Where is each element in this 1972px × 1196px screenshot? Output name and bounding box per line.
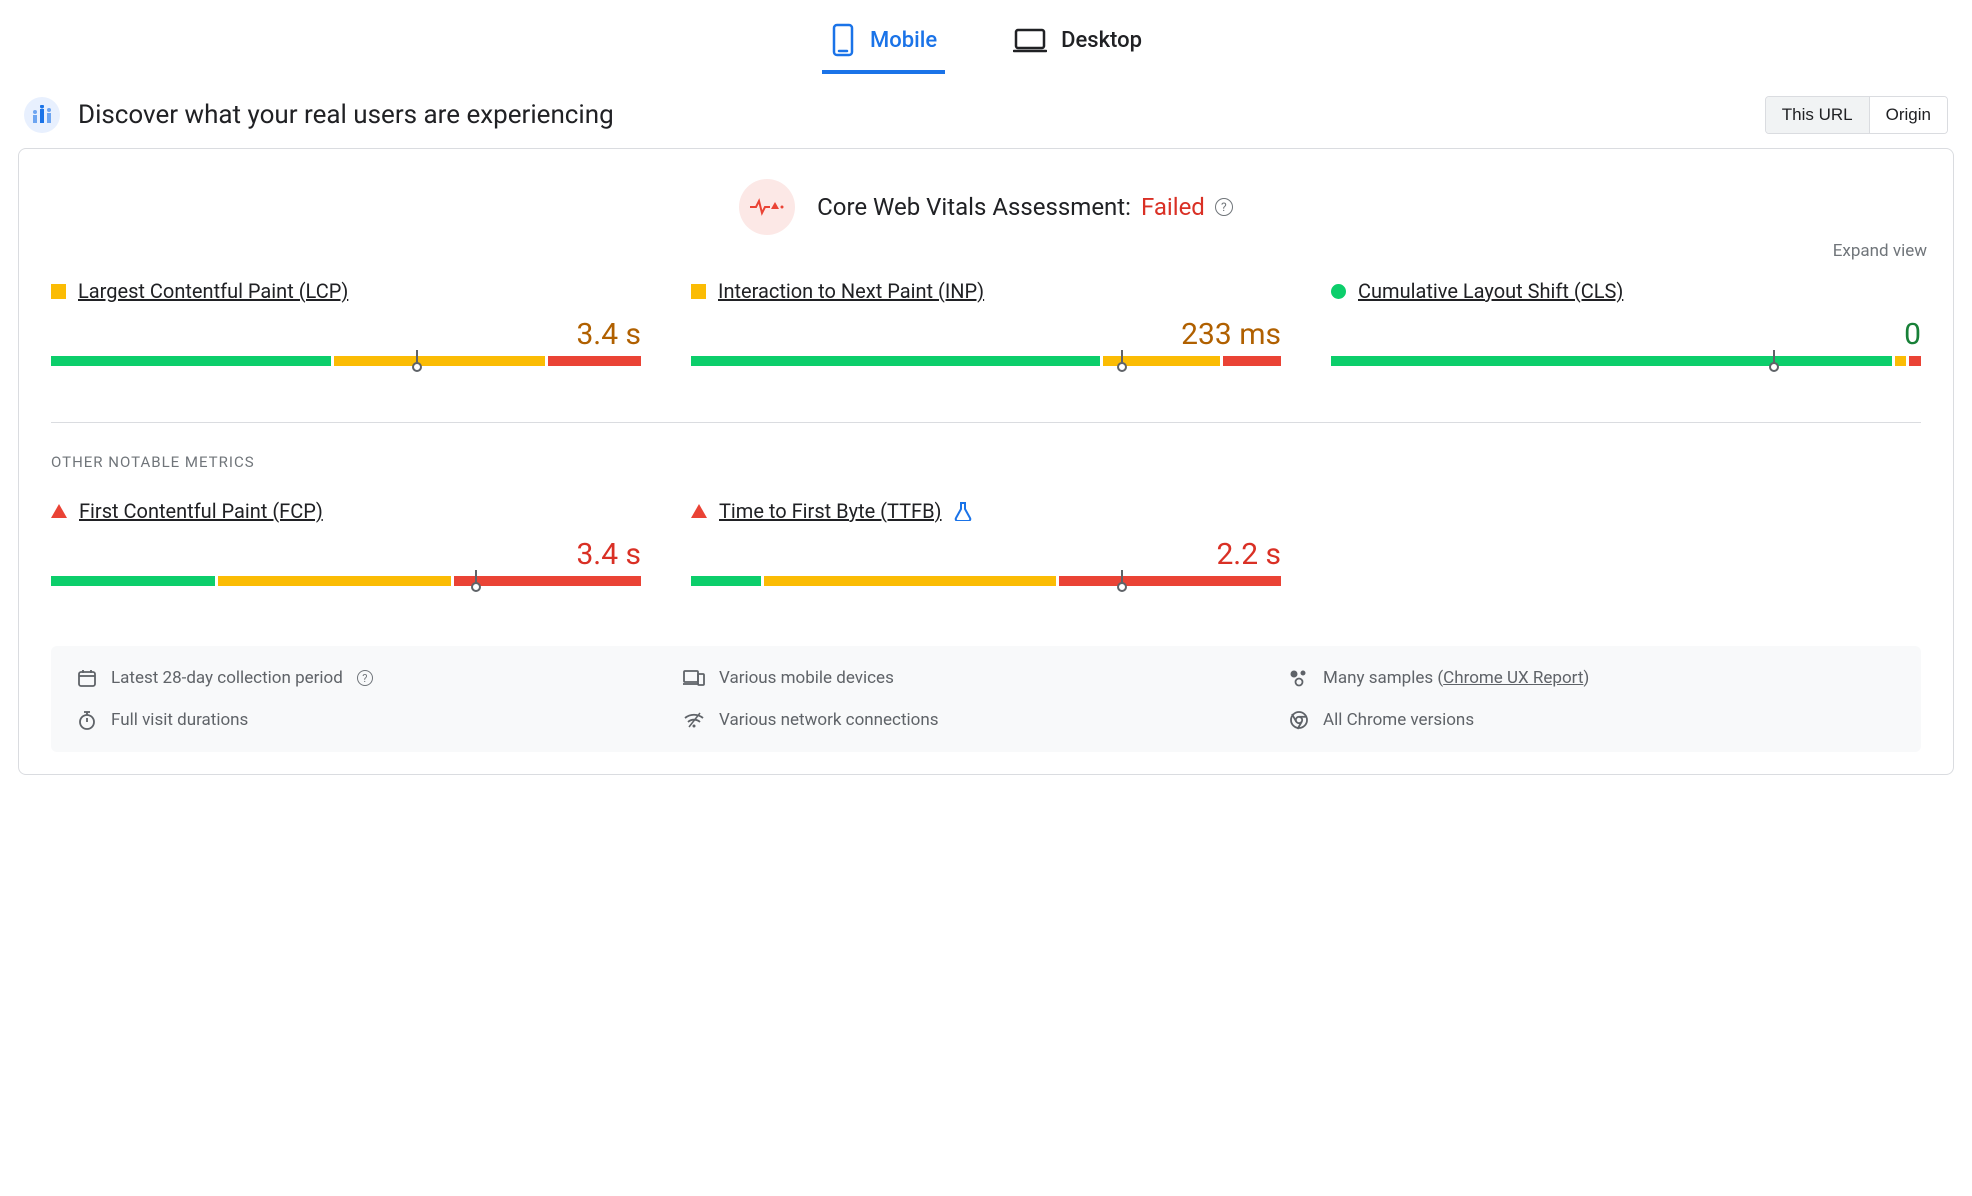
metric-fcp-name[interactable]: First Contentful Paint (FCP) (79, 499, 323, 523)
metric-cls-value: 0 (1331, 317, 1921, 352)
vitals-status-icon (739, 179, 795, 235)
metric-ttfb-value: 2.2 s (691, 537, 1281, 572)
tab-desktop-label: Desktop (1061, 28, 1142, 53)
metric-lcp-name[interactable]: Largest Contentful Paint (LCP) (78, 279, 348, 303)
metric-cls[interactable]: Cumulative Layout Shift (CLS) 0 (1331, 279, 1921, 380)
calendar-icon (77, 668, 97, 688)
scope-this-url[interactable]: This URL (1766, 97, 1869, 133)
dataset-info: Latest 28-day collection period ? Variou… (51, 646, 1921, 752)
triangle-red-icon (51, 504, 67, 518)
expand-view-link[interactable]: Expand view (45, 241, 1927, 261)
metric-inp-bar (691, 356, 1281, 380)
wifi-icon (683, 712, 705, 728)
flask-icon (954, 501, 972, 521)
info-network: Various network connections (683, 710, 1289, 730)
field-data-card: Core Web Vitals Assessment: Failed ? Exp… (18, 148, 1954, 775)
mobile-icon (830, 22, 856, 58)
metric-cls-name[interactable]: Cumulative Layout Shift (CLS) (1358, 279, 1623, 303)
section-title: Discover what your real users are experi… (78, 100, 1747, 130)
tab-mobile[interactable]: Mobile (822, 10, 945, 74)
other-metrics-grid: First Contentful Paint (FCP) 3.4 s (41, 499, 1931, 600)
stopwatch-icon (77, 710, 97, 730)
info-devices: Various mobile devices (683, 668, 1289, 688)
other-metrics-heading: OTHER NOTABLE METRICS (51, 453, 1921, 471)
metric-fcp[interactable]: First Contentful Paint (FCP) 3.4 s (51, 499, 641, 600)
info-durations: Full visit durations (77, 710, 683, 730)
tab-mobile-label: Mobile (870, 28, 937, 53)
marker-icon (412, 350, 422, 372)
metric-ttfb-bar (691, 576, 1281, 600)
assessment-status: Failed (1141, 193, 1205, 221)
metric-fcp-value: 3.4 s (51, 537, 641, 572)
metric-lcp-bar (51, 356, 641, 380)
metric-lcp[interactable]: Largest Contentful Paint (LCP) 3.4 s (51, 279, 641, 380)
period-help-icon[interactable]: ? (357, 670, 373, 686)
scope-origin[interactable]: Origin (1869, 97, 1947, 133)
metric-inp[interactable]: Interaction to Next Paint (INP) 233 ms (691, 279, 1281, 380)
assessment-label: Core Web Vitals Assessment: (817, 193, 1131, 221)
marker-icon (471, 570, 481, 592)
info-versions: All Chrome versions (1289, 710, 1895, 730)
metric-ttfb[interactable]: Time to First Byte (TTFB) 2.2 s (691, 499, 1281, 600)
square-amber-icon (51, 284, 66, 299)
crux-report-link[interactable]: Chrome UX Report (1443, 668, 1583, 688)
metric-inp-value: 233 ms (691, 317, 1281, 352)
chrome-icon (1289, 710, 1309, 730)
form-factor-tabs: Mobile Desktop (18, 0, 1954, 74)
marker-icon (1117, 570, 1127, 592)
tab-desktop[interactable]: Desktop (1005, 10, 1150, 74)
metric-inp-name[interactable]: Interaction to Next Paint (INP) (718, 279, 984, 303)
metric-cls-bar (1331, 356, 1921, 380)
crux-users-icon (24, 97, 60, 133)
scatter-icon (1289, 669, 1309, 687)
scope-toggle: This URL Origin (1765, 96, 1948, 134)
divider (51, 422, 1921, 423)
devices-icon (683, 669, 705, 687)
core-metrics-grid: Largest Contentful Paint (LCP) 3.4 s (41, 279, 1931, 380)
desktop-icon (1013, 26, 1047, 54)
square-amber-icon (691, 284, 706, 299)
assessment-row: Core Web Vitals Assessment: Failed ? (41, 179, 1931, 235)
info-period: Latest 28-day collection period ? (77, 668, 683, 688)
marker-icon (1769, 350, 1779, 372)
metric-lcp-value: 3.4 s (51, 317, 641, 352)
marker-icon (1117, 350, 1127, 372)
metric-ttfb-name[interactable]: Time to First Byte (TTFB) (719, 499, 942, 523)
triangle-red-icon (691, 504, 707, 518)
circle-green-icon (1331, 284, 1346, 299)
assessment-help-icon[interactable]: ? (1215, 198, 1233, 216)
metric-fcp-bar (51, 576, 641, 600)
info-samples: Many samples (Chrome UX Report) (1289, 668, 1895, 688)
